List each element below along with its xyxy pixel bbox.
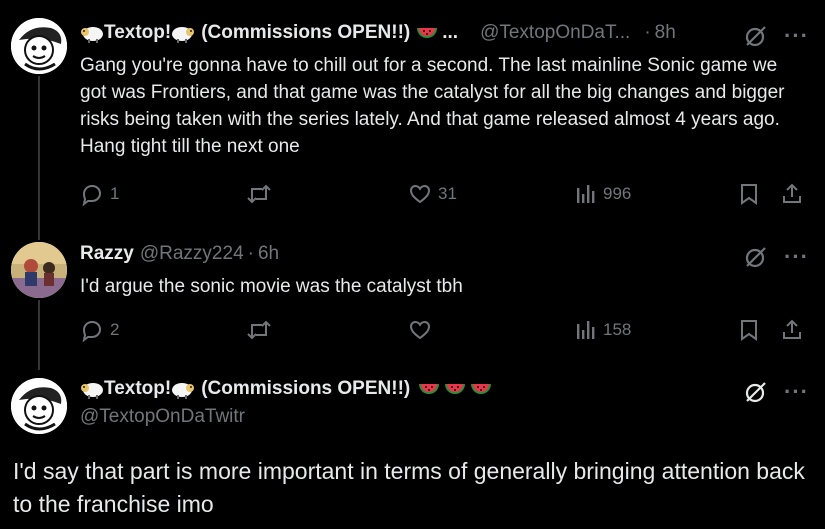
author-suffix: (Commissions OPEN!!) (201, 22, 411, 43)
tweet-1-text: Gang you're gonna have to chill out for … (80, 55, 785, 157)
share-button[interactable] (780, 318, 804, 342)
tweet-time[interactable]: 6h (258, 243, 279, 265)
thread-line-1 (38, 76, 40, 240)
grok-icon[interactable] (744, 24, 768, 48)
thread-line-2 (38, 300, 40, 370)
like-icon (409, 184, 431, 204)
views-icon (577, 321, 595, 339)
share-icon (783, 319, 801, 339)
share-icon (783, 183, 801, 203)
reply-count: 1 (110, 184, 120, 203)
tweet-2-header: Razzy @Razzy224 · 6h (80, 243, 279, 265)
tweet-3-top-actions: ··· (744, 380, 809, 404)
avatar-textop-1[interactable] (11, 18, 67, 74)
bookmark-button[interactable] (738, 182, 760, 206)
tweet-3-text: I'd say that part is more important in t… (13, 458, 805, 517)
tweet-time[interactable]: 8h (655, 22, 676, 44)
watermelon-emoji (445, 384, 466, 394)
author-handle[interactable]: @TextopOnDaT... (480, 22, 630, 44)
watermelon-emoji (471, 384, 492, 394)
author-name[interactable]: Textop! (Commissions OPEN!!) ... (80, 22, 458, 44)
tweet-2-top-actions: ··· (744, 245, 809, 269)
retweet-button[interactable] (246, 182, 278, 206)
views-count: 996 (603, 184, 632, 203)
sheep-emoji (172, 383, 195, 399)
time-separator: · (644, 22, 651, 43)
views-icon (577, 185, 595, 203)
share-button[interactable] (780, 182, 804, 206)
more-icon[interactable]: ··· (784, 246, 809, 268)
author-name[interactable]: Razzy (80, 243, 134, 265)
author-handle[interactable]: @TextopOnDaTwitr (80, 406, 245, 428)
author-name[interactable]: Textop! (Commissions OPEN!!) (80, 378, 492, 400)
bookmark-icon (741, 320, 757, 341)
tweet-1-top-actions: ··· (744, 24, 809, 48)
tweet-1-header: Textop! (Commissions OPEN!!) ... @Textop… (80, 22, 676, 44)
retweet-icon (247, 184, 271, 204)
retweet-icon (247, 320, 271, 340)
reply-icon (82, 320, 102, 342)
views-button[interactable]: 158 (575, 318, 631, 342)
like-icon (409, 320, 431, 340)
reply-icon (82, 184, 102, 206)
reply-count: 2 (110, 320, 120, 339)
more-icon[interactable]: ··· (784, 25, 809, 47)
reply-button[interactable]: 2 (80, 318, 119, 342)
author-name-text: Textop! (104, 22, 172, 43)
tweet-3-handle-row: @TextopOnDaTwitr (80, 406, 245, 428)
like-button[interactable] (408, 318, 438, 342)
author-handle[interactable]: @Razzy224 (140, 243, 244, 265)
retweet-button[interactable] (246, 318, 278, 342)
watermelon-emoji (417, 28, 438, 38)
like-button[interactable]: 31 (408, 182, 457, 206)
author-suffix: (Commissions OPEN!!) (201, 378, 411, 399)
grok-icon[interactable] (744, 245, 768, 269)
watermelon-emoji (419, 384, 440, 394)
bookmark-button[interactable] (738, 318, 760, 342)
more-icon[interactable]: ··· (784, 381, 809, 403)
views-count: 158 (603, 320, 632, 339)
sheep-emoji (172, 27, 195, 43)
time-separator: · (247, 243, 254, 264)
reply-button[interactable]: 1 (80, 182, 119, 206)
name-truncation: ... (442, 22, 459, 43)
sheep-emoji (81, 383, 103, 399)
tweet-3-header: Textop! (Commissions OPEN!!) (80, 378, 492, 400)
bookmark-icon (741, 184, 757, 205)
sheep-emoji (81, 27, 103, 43)
avatar-textop-2[interactable] (11, 378, 67, 434)
avatar-razzy[interactable] (11, 242, 67, 298)
grok-icon[interactable] (744, 380, 768, 404)
like-count: 31 (438, 184, 457, 203)
author-name-text: Textop! (104, 378, 172, 399)
views-button[interactable]: 996 (575, 182, 631, 206)
tweet-2-text: I'd argue the sonic movie was the cataly… (80, 276, 463, 297)
